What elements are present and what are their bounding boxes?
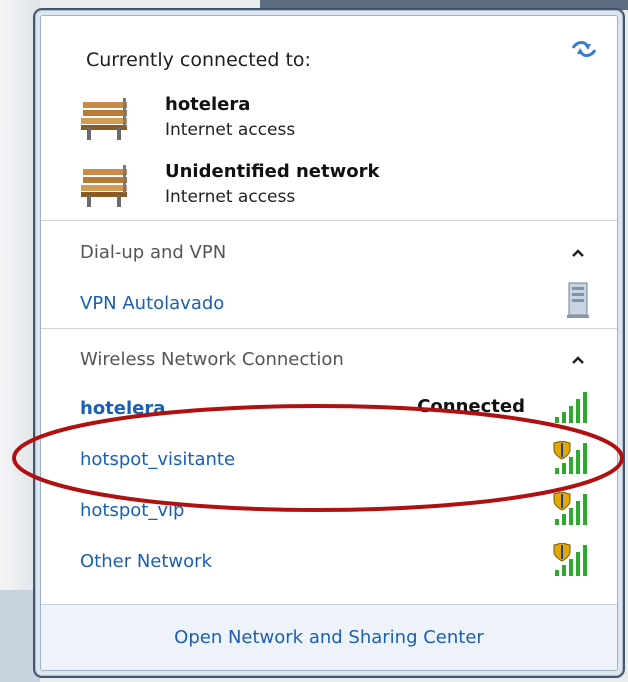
dialup-section-header[interactable]: Dial-up and VPN — [80, 242, 226, 263]
open-network-sharing-center-link[interactable]: Open Network and Sharing Center — [41, 627, 617, 648]
annotation-ellipse — [12, 404, 624, 512]
bench-network-icon — [81, 165, 127, 207]
vpn-autolavado-item[interactable]: VPN Autolavado — [80, 293, 224, 314]
network-flyout-body: Currently connected to: hotelera Interne… — [40, 15, 618, 671]
connected-header: Currently connected to: — [86, 49, 311, 71]
divider — [41, 220, 617, 221]
connected-network-name: Unidentified network — [165, 161, 380, 182]
chevron-up-icon[interactable] — [571, 355, 585, 365]
network-flyout: Currently connected to: hotelera Interne… — [33, 8, 625, 678]
flyout-footer: Open Network and Sharing Center — [41, 604, 617, 670]
chevron-up-icon[interactable] — [571, 248, 585, 258]
divider — [41, 328, 617, 329]
connected-network-name: hotelera — [165, 94, 251, 115]
wifi-secured-signal-icon — [553, 543, 587, 576]
refresh-icon[interactable] — [569, 38, 599, 60]
connected-network-hotelera[interactable]: hotelera Internet access — [79, 94, 559, 154]
connected-network-unidentified[interactable]: Unidentified network Internet access — [79, 161, 559, 221]
wifi-network-name: Other Network — [80, 551, 212, 572]
bench-network-icon — [81, 98, 127, 140]
connected-network-status: Internet access — [165, 120, 296, 140]
connected-network-status: Internet access — [165, 187, 296, 207]
wifi-network-other[interactable]: Other Network — [41, 543, 617, 589]
vpn-server-icon — [567, 282, 589, 318]
wireless-section-header[interactable]: Wireless Network Connection — [80, 349, 344, 370]
